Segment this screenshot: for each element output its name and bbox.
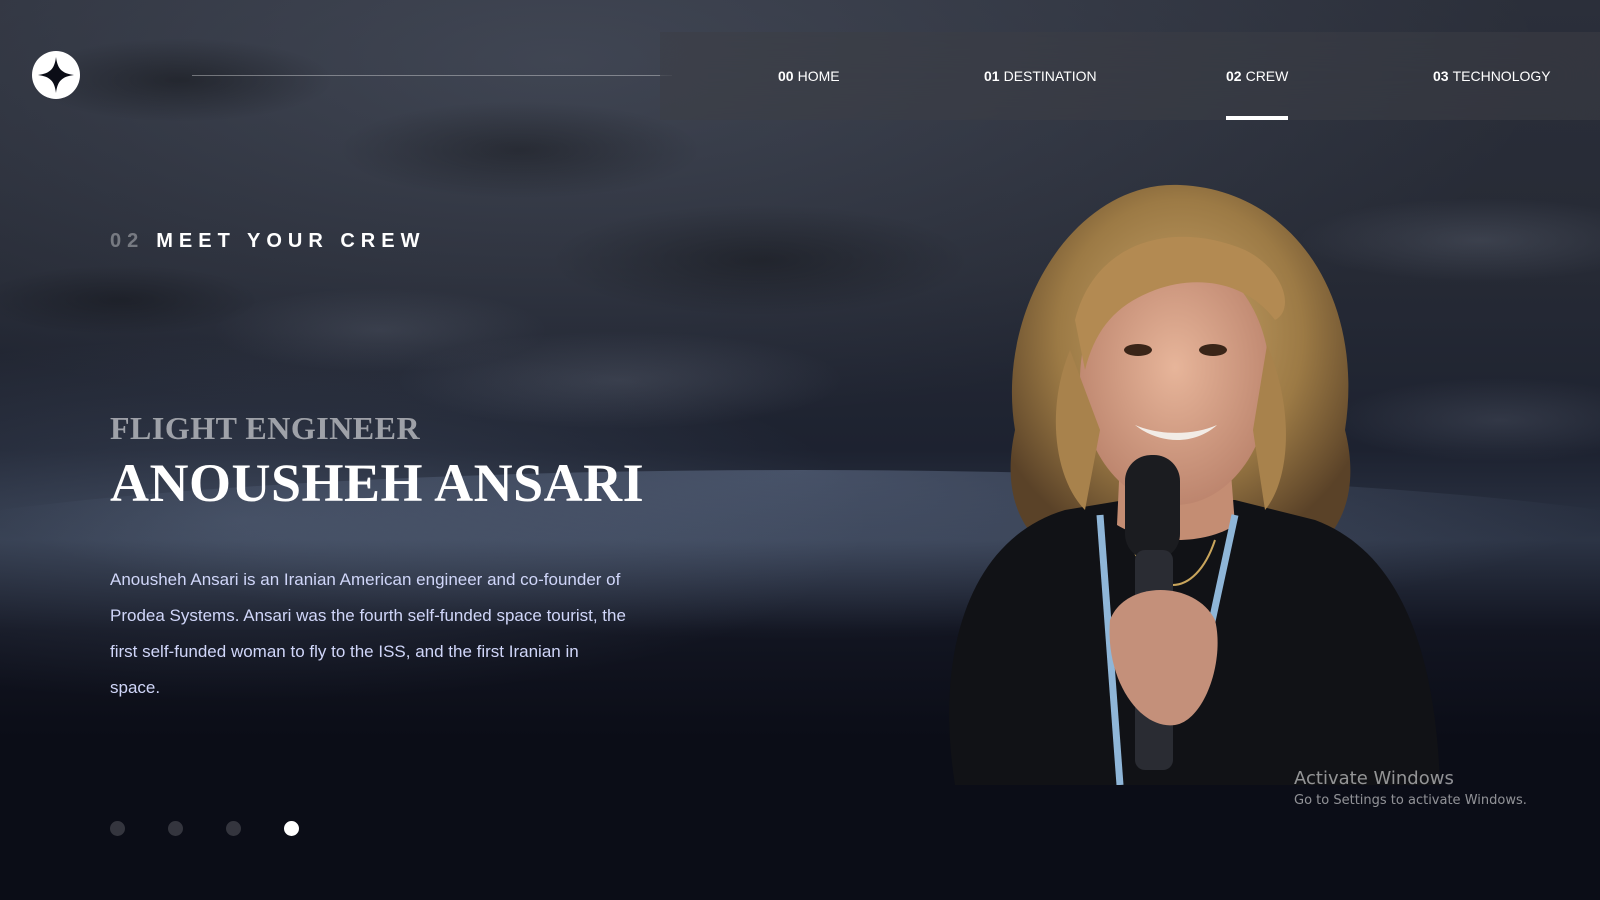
main-nav: 00 HOME 01 DESTINATION 02 CREW 03 TECHNO… — [660, 32, 1600, 120]
crew-pagination — [110, 821, 299, 836]
nav-destination[interactable]: 01 DESTINATION — [984, 32, 1097, 120]
crew-bio: Anousheh Ansari is an Iranian American e… — [110, 570, 626, 697]
header-divider — [192, 75, 672, 76]
nav-home[interactable]: 00 HOME — [778, 32, 840, 120]
nav-crew[interactable]: 02 CREW — [1226, 32, 1289, 120]
crew-name: ANOUSHEH ANSARI — [110, 453, 645, 513]
crew-dot-4[interactable] — [284, 821, 299, 836]
logo-icon[interactable] — [32, 51, 80, 99]
crew-photo — [895, 180, 1465, 785]
heading-text: MEET YOUR CREW — [156, 230, 426, 252]
nav-technology[interactable]: 03 TECHNOLOGY — [1433, 32, 1551, 120]
page-heading: 02 MEET YOUR CREW — [110, 230, 425, 253]
heading-number: 02 — [110, 230, 145, 252]
nav-home-number: 00 — [778, 68, 794, 84]
nav-home-label: HOME — [797, 68, 840, 84]
watermark-subtitle: Go to Settings to activate Windows. — [1294, 793, 1527, 808]
crew-dot-3[interactable] — [226, 821, 241, 836]
watermark-title: Activate Windows — [1294, 768, 1454, 789]
nav-technology-label: TECHNOLOGY — [1452, 68, 1551, 84]
crew-page: 00 HOME 01 DESTINATION 02 CREW 03 TECHNO… — [0, 0, 1600, 900]
crew-dot-2[interactable] — [168, 821, 183, 836]
crew-role: FLIGHT ENGINEER — [110, 410, 421, 446]
activate-windows-watermark: Activate Windows Go to Settings to activ… — [1294, 768, 1527, 808]
nav-technology-number: 03 — [1433, 68, 1449, 84]
nav-destination-label: DESTINATION — [1003, 68, 1097, 84]
nav-destination-number: 01 — [984, 68, 1000, 84]
crew-dot-1[interactable] — [110, 821, 125, 836]
nav-crew-number: 02 — [1226, 68, 1242, 84]
nav-crew-label: CREW — [1245, 68, 1289, 84]
